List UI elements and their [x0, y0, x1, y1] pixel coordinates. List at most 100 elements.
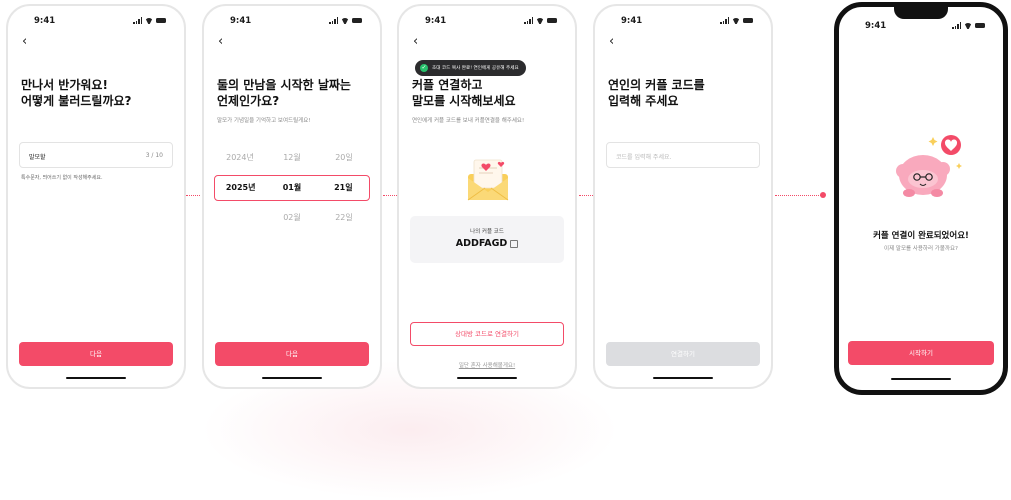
- date-row[interactable]: 2024년 12월 20일: [214, 145, 370, 171]
- home-indicator: [653, 376, 713, 379]
- battery-icon: [743, 18, 753, 23]
- title-line: 커플 연결하고: [412, 78, 483, 92]
- month-cell[interactable]: 01월: [266, 176, 317, 200]
- year-cell[interactable]: [214, 205, 266, 231]
- title-line: 둘의 만남을 시작한 날짜는: [217, 78, 351, 92]
- skip-link[interactable]: 일단 혼자 사용해볼게요!: [399, 361, 575, 369]
- page-title: 연인의 커플 코드를 입력해 주세요: [608, 77, 705, 109]
- year-cell[interactable]: 2024년: [214, 145, 266, 171]
- home-indicator: [457, 376, 517, 379]
- next-button[interactable]: 다음: [19, 342, 173, 366]
- connect-with-partner-code-button[interactable]: 상대방 코드로 연결하기: [410, 322, 564, 346]
- title-line: 연인의 커플 코드를: [608, 78, 705, 92]
- copy-icon[interactable]: [510, 239, 519, 248]
- back-arrow-icon[interactable]: ‹: [413, 35, 418, 48]
- check-icon: ✓: [420, 64, 428, 72]
- status-icons: [133, 17, 166, 24]
- status-time: 9:41: [34, 16, 56, 26]
- code-display: ADDFAGD: [410, 238, 564, 249]
- home-indicator: [891, 377, 951, 380]
- status-bar: 9:41: [839, 21, 1003, 35]
- phone-screen-connect: 9:41 ‹ ✓ 초대 코드 복사 완료! 연인에게 공유해 주세요 커플 연결…: [397, 4, 577, 389]
- status-icons: [524, 17, 557, 24]
- day-cell[interactable]: 20일: [318, 145, 370, 171]
- phone-screen-nickname: 9:41 ‹ 만나서 반가워요! 어떻게 불러드릴까요? 말모할 3 / 10 …: [6, 4, 186, 389]
- battery-icon: [975, 23, 985, 28]
- char-counter: 3 / 10: [145, 152, 163, 159]
- start-button[interactable]: 시작하기: [848, 341, 994, 365]
- battery-icon: [547, 18, 557, 23]
- status-time: 9:41: [621, 16, 643, 26]
- month-cell[interactable]: 12월: [266, 145, 318, 171]
- connect-button[interactable]: 연결하기: [606, 342, 760, 366]
- my-couple-code-card: 나의 커플 코드 ADDFAGD: [410, 216, 564, 263]
- status-time: 9:41: [230, 16, 252, 26]
- status-time: 9:41: [425, 16, 447, 26]
- signal-icon: [133, 17, 142, 24]
- title-line: 언제인가요?: [217, 94, 280, 108]
- date-row[interactable]: 02월 22일: [214, 205, 370, 231]
- phone-screen-complete: 9:41 커플 연결이 완료되었어요! 이제 말모를 사용하러 가볼까요? 시작…: [834, 2, 1008, 395]
- copy-toast: ✓ 초대 코드 복사 완료! 연인에게 공유해 주세요: [415, 60, 526, 76]
- back-arrow-icon[interactable]: ‹: [218, 35, 223, 48]
- signal-icon: [720, 17, 729, 24]
- signal-icon: [524, 17, 533, 24]
- status-time: 9:41: [865, 21, 887, 31]
- page-title: 커플 연결하고 말모를 시작해보세요: [412, 77, 516, 109]
- flow-connector-end: [820, 192, 826, 198]
- letter-envelope-icon: [467, 159, 509, 201]
- code-placeholder: 코드를 입력해 주세요.: [616, 154, 672, 161]
- status-bar: 9:41: [595, 16, 771, 30]
- status-icons: [329, 17, 362, 24]
- page-title: 둘의 만남을 시작한 날짜는 언제인가요?: [217, 77, 351, 109]
- partner-code-input[interactable]: 코드를 입력해 주세요.: [606, 142, 760, 168]
- flow-connector: [186, 195, 200, 196]
- wifi-icon: [145, 18, 153, 24]
- wifi-icon: [732, 18, 740, 24]
- phone-screen-enter-code: 9:41 ‹ 연인의 커플 코드를 입력해 주세요 코드를 입력해 주세요. 연…: [593, 4, 773, 389]
- home-indicator: [262, 376, 322, 379]
- page-subtitle: 말모가 기념일을 기억하고 보여드릴게요!: [217, 118, 311, 124]
- title-line: 말모를 시작해보세요: [412, 94, 516, 108]
- page-subtitle: 연인에게 커플 코드를 보내 커플연결을 해주세요!: [412, 118, 525, 124]
- complete-title: 커플 연결이 완료되었어요!: [873, 231, 969, 241]
- flow-connector: [775, 195, 823, 196]
- date-row-selected[interactable]: 2025년 01월 21일: [214, 175, 370, 201]
- status-bar: 9:41: [399, 16, 575, 30]
- wifi-icon: [341, 18, 349, 24]
- phone-screen-date: 9:41 ‹ 둘의 만남을 시작한 날짜는 언제인가요? 말모가 기념일을 기억…: [202, 4, 382, 389]
- battery-icon: [352, 18, 362, 23]
- signal-icon: [329, 17, 338, 24]
- wifi-icon: [964, 23, 972, 29]
- complete-subtitle: 이제 말모를 사용하러 가볼까요?: [884, 246, 958, 252]
- nickname-value: 말모할: [29, 154, 46, 161]
- code-value: ADDFAGD: [455, 238, 508, 249]
- day-cell[interactable]: 22일: [318, 205, 370, 231]
- title-line: 어떻게 불러드릴까요?: [21, 94, 132, 108]
- year-cell[interactable]: 2025년: [215, 176, 266, 200]
- status-icons: [720, 17, 753, 24]
- flow-connector: [579, 195, 593, 196]
- mascot-character-icon: [896, 135, 962, 197]
- flow-connector: [383, 195, 397, 196]
- nickname-input[interactable]: 말모할 3 / 10: [19, 142, 173, 168]
- next-button[interactable]: 다음: [215, 342, 369, 366]
- page-title: 만나서 반가워요! 어떻게 불러드릴까요?: [21, 77, 132, 109]
- day-cell[interactable]: 21일: [318, 176, 369, 200]
- back-arrow-icon[interactable]: ‹: [609, 35, 614, 48]
- title-line: 입력해 주세요: [608, 94, 679, 108]
- code-label: 나의 커플 코드: [470, 229, 504, 235]
- status-bar: 9:41: [8, 16, 184, 30]
- signal-icon: [952, 22, 961, 29]
- title-line: 만나서 반가워요!: [21, 78, 108, 92]
- back-arrow-icon[interactable]: ‹: [22, 35, 27, 48]
- status-icons: [952, 22, 985, 29]
- status-bar: 9:41: [204, 16, 380, 30]
- input-note: 특수문자, 띄어쓰기 없이 작성해주세요.: [21, 175, 103, 181]
- month-cell[interactable]: 02월: [266, 205, 318, 231]
- battery-icon: [156, 18, 166, 23]
- home-indicator: [66, 376, 126, 379]
- toast-text: 초대 코드 복사 완료! 연인에게 공유해 주세요: [432, 66, 519, 71]
- wifi-icon: [536, 18, 544, 24]
- phone-notch: [894, 7, 948, 19]
